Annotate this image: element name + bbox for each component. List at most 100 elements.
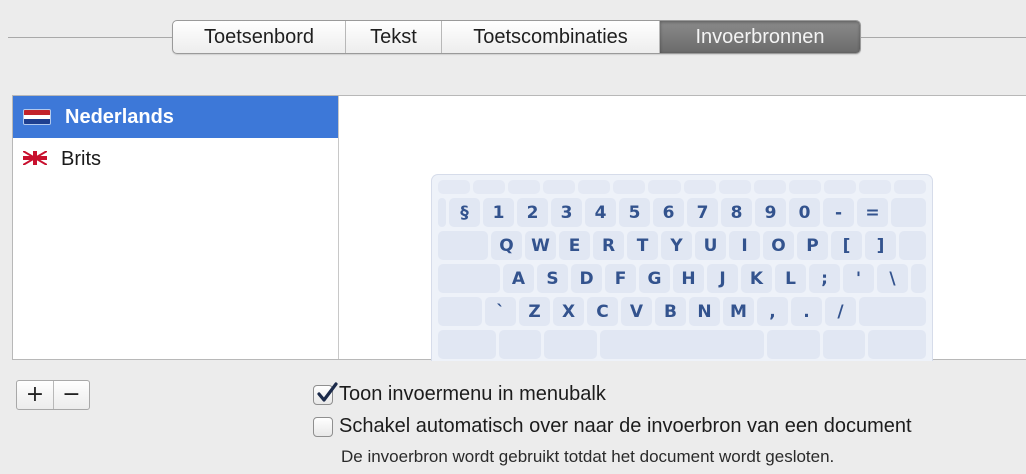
keyboard-key: Z xyxy=(519,297,550,326)
keyboard-key-blank xyxy=(600,330,764,359)
keyboard-function-key xyxy=(823,180,856,194)
keyboard-key-blank xyxy=(438,330,496,359)
keyboard-key: 5 xyxy=(619,198,650,227)
keyboard-key: 2 xyxy=(517,198,548,227)
auto-switch-checkbox[interactable] xyxy=(313,416,333,437)
keyboard-function-key xyxy=(508,180,541,194)
keyboard-row-bottom: ` Z X C V B N M,. / xyxy=(438,297,926,326)
keyboard-key: I xyxy=(729,231,760,260)
keyboard-key: 9 xyxy=(755,198,786,227)
keyboard-key: A xyxy=(503,264,534,293)
tab-toetscombinaties[interactable]: Toetscombinaties xyxy=(442,21,660,53)
keyboard-key: 4 xyxy=(585,198,616,227)
checkmark-icon xyxy=(317,381,338,402)
keyboard-preview: § 1 2 3 4 5 6 7 8 9 0- = Q W E R T Y U I O P[] A S D F G H J K L; ' \ … xyxy=(431,174,933,361)
keyboard-key-blank xyxy=(438,198,446,227)
keyboard-function-key xyxy=(648,180,681,194)
keyboard-key-blank xyxy=(498,330,541,359)
keyboard-key: § xyxy=(449,198,480,227)
keyboard-key: - xyxy=(823,198,854,227)
keyboard-function-key xyxy=(473,180,506,194)
tab-bar: Toetsenbord Tekst Toetscombinaties Invoe… xyxy=(172,20,861,54)
keyboard-key: ] xyxy=(865,231,896,260)
keyboard-key: / xyxy=(825,297,856,326)
keyboard-key: = xyxy=(857,198,888,227)
keyboard-function-key xyxy=(718,180,751,194)
keyboard-key: H xyxy=(673,264,704,293)
keyboard-key: L xyxy=(775,264,806,293)
keyboard-key: E xyxy=(559,231,590,260)
keyboard-key: 3 xyxy=(551,198,582,227)
keyboard-key: U xyxy=(695,231,726,260)
add-source-button[interactable]: + xyxy=(17,381,53,409)
keyboard-key: [ xyxy=(831,231,862,260)
keyboard-key-blank xyxy=(899,231,926,260)
keyboard-key: R xyxy=(593,231,624,260)
keyboard-key-blank xyxy=(891,198,926,227)
keyboard-key: ` xyxy=(485,297,516,326)
keyboard-key: K xyxy=(741,264,772,293)
keyboard-key-blank xyxy=(823,330,866,359)
list-item-label: Nederlands xyxy=(65,105,174,128)
keyboard-function-key xyxy=(683,180,716,194)
keyboard-key: P xyxy=(797,231,828,260)
keyboard-function-key xyxy=(858,180,892,194)
keyboard-key: G xyxy=(639,264,670,293)
keyboard-key: 0 xyxy=(789,198,820,227)
keyboard-function-key xyxy=(894,180,927,194)
show-menu-option[interactable]: Toon invoermenu in menubalk xyxy=(313,381,606,406)
keyboard-row-top: Q W E R T Y U I O P[] xyxy=(438,231,926,260)
keyboard-key: C xyxy=(587,297,618,326)
keyboard-row-numbers: § 1 2 3 4 5 6 7 8 9 0- = xyxy=(438,198,926,227)
tab-invoerbronnen[interactable]: Invoerbronnen xyxy=(660,21,860,53)
keyboard-function-key xyxy=(753,180,786,194)
keyboard-function-key xyxy=(788,180,821,194)
keyboard-key-blank xyxy=(438,264,500,293)
input-sources-panel: Nederlands Brits § 1 2 3 4 5 6 7 8 9 0- = QWERTYUIO… xyxy=(12,95,1026,361)
keyboard-key: \ xyxy=(877,264,908,293)
keyboard-key-blank xyxy=(438,297,482,326)
list-item-brits[interactable]: Brits xyxy=(13,138,338,180)
keyboard-key: F xyxy=(605,264,636,293)
keyboard-function-key xyxy=(438,180,471,194)
keyboard-key: 1 xyxy=(483,198,514,227)
keyboard-row-space xyxy=(438,330,926,359)
tab-tekst[interactable]: Tekst xyxy=(346,21,442,53)
keyboard-key: T xyxy=(627,231,658,260)
keyboard-key: O xyxy=(763,231,794,260)
keyboard-key: X xyxy=(553,297,584,326)
keyboard-key-blank xyxy=(438,231,488,260)
keyboard-key-blank xyxy=(911,264,926,293)
uk-flag-icon xyxy=(22,148,48,171)
keyboard-key: D xyxy=(571,264,602,293)
keyboard-key: V xyxy=(621,297,652,326)
keyboard-function-key xyxy=(578,180,611,194)
list-item-nederlands[interactable]: Nederlands xyxy=(13,96,338,138)
auto-switch-label: Schakel automatisch over naar de invoerb… xyxy=(339,415,912,437)
auto-switch-hint: De invoerbron wordt gebruikt totdat het … xyxy=(341,447,835,466)
show-menu-checkbox[interactable] xyxy=(313,381,338,405)
keyboard-key: Y xyxy=(661,231,692,260)
keyboard-key: M xyxy=(723,297,754,326)
netherlands-flag-icon xyxy=(23,109,51,125)
auto-switch-option[interactable]: Schakel automatisch over naar de invoerb… xyxy=(313,415,912,438)
keyboard-key-blank xyxy=(859,297,926,326)
keyboard-key: ; xyxy=(809,264,840,293)
keyboard-key: B xyxy=(655,297,686,326)
keyboard-key: Q xyxy=(491,231,522,260)
keyboard-key: . xyxy=(791,297,822,326)
keyboard-key: 7 xyxy=(687,198,718,227)
keyboard-key: 8 xyxy=(721,198,752,227)
remove-source-button[interactable]: − xyxy=(53,381,89,409)
keyboard-key: 6 xyxy=(653,198,684,227)
keyboard-key: S xyxy=(537,264,568,293)
keyboard-function-key xyxy=(613,180,646,194)
keyboard-key-blank xyxy=(868,330,926,359)
show-menu-label: Toon invoermenu in menubalk xyxy=(339,383,606,405)
keyboard-row-home: A S D F G H J K L; ' \ xyxy=(438,264,926,293)
keyboard-key: J xyxy=(707,264,738,293)
keyboard-key: W xyxy=(525,231,556,260)
tab-toetsenbord[interactable]: Toetsenbord xyxy=(173,21,346,53)
add-remove-buttons: + − xyxy=(16,380,90,410)
keyboard-key: ' xyxy=(843,264,874,293)
